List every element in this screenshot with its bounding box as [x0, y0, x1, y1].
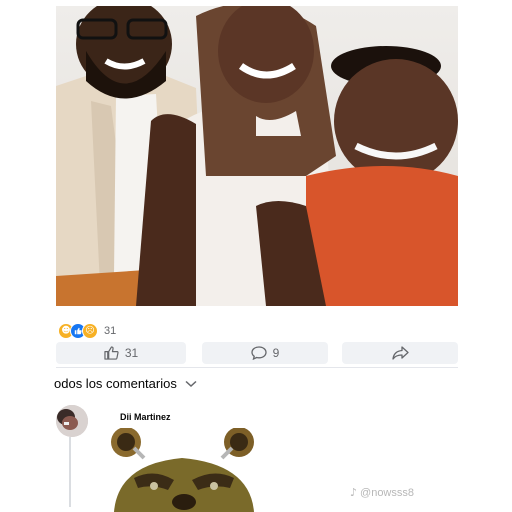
comment-count: 9: [272, 346, 280, 360]
reaction-count: 31: [104, 325, 117, 337]
comments-filter-dropdown[interactable]: odos los comentarios: [54, 376, 197, 391]
section-divider: [56, 367, 458, 368]
post-action-bar: 31 9: [56, 342, 458, 366]
comment-button[interactable]: 9: [202, 342, 328, 364]
reaction-summary[interactable]: ☻ ☹ 31: [58, 323, 116, 339]
comment-bubble-icon: [251, 346, 267, 360]
post-screenshot: ☻ ☹ 31 31 9 odos los comentarios Dii Mar…: [0, 0, 512, 512]
sad-reaction-icon: ☹: [82, 323, 98, 339]
comment-sticker-image[interactable]: [104, 428, 264, 512]
comments-filter-label: odos los comentarios: [54, 376, 177, 391]
avatar[interactable]: [56, 405, 88, 437]
chevron-down-icon: [185, 380, 197, 388]
like-count: 31: [124, 346, 139, 360]
comment-author-name[interactable]: Dii Martinez: [120, 412, 171, 422]
share-arrow-icon: [391, 346, 409, 360]
watermark-handle: @nowsss8: [360, 486, 414, 499]
post-photo[interactable]: [56, 6, 458, 306]
thumbs-up-icon: [104, 346, 119, 360]
share-button[interactable]: [342, 342, 458, 364]
watermark: ♪ @nowsss8: [350, 486, 414, 499]
comment-thread-line: [69, 437, 71, 507]
tiktok-logo-icon: ♪: [350, 486, 358, 499]
like-button[interactable]: 31: [56, 342, 186, 364]
